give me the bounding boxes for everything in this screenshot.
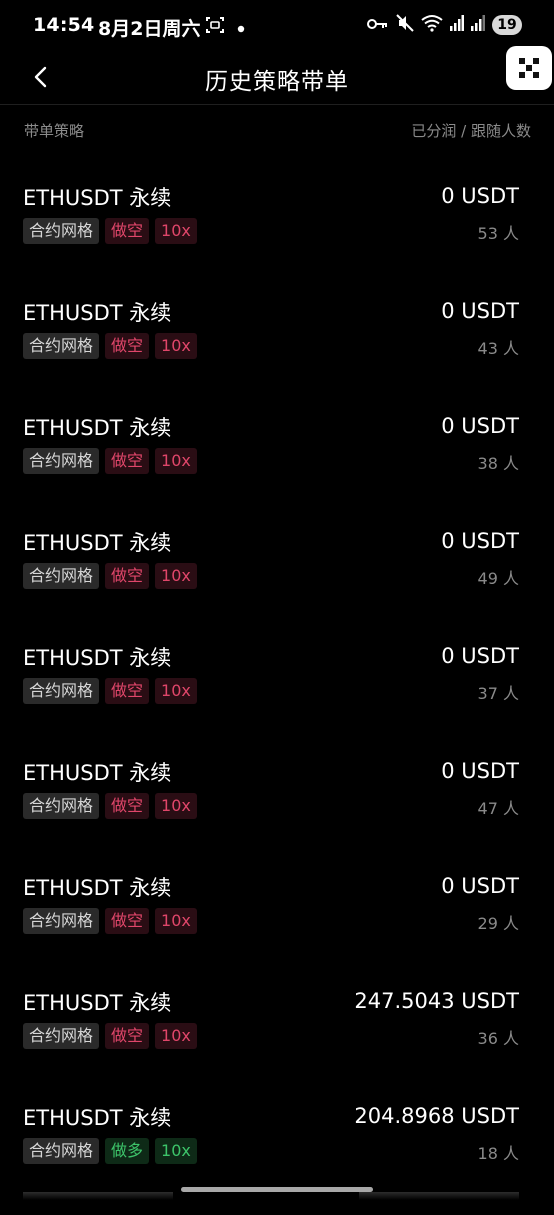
direction-tag: 做空 [105,448,150,474]
column-header: 带单策略 已分润 / 跟随人数 [24,120,531,142]
partial-pair-text [23,1192,173,1200]
tag-group: 合约网格 做空 10x [23,678,197,704]
profit-amount: 0 USDT [441,529,519,553]
tag-group: 合约网格 做多 10x [23,1138,197,1164]
page-title: 历史策略带单 [205,69,349,95]
key-icon [367,16,389,35]
pair-name: ETHUSDT 永续 [23,186,172,210]
tag-group: 合约网格 做空 10x [23,793,197,819]
tag-group: 合约网格 做空 10x [23,1023,197,1049]
list-item[interactable]: ETHUSDT 永续 0 USDT 合约网格 做空 10x 53 人 [0,180,554,295]
list-item[interactable]: ETHUSDT 永续 0 USDT 合约网格 做空 10x 37 人 [0,640,554,755]
strategy-list: ETHUSDT 永续 0 USDT 合约网格 做空 10x 53 人 ETHUSDT 永续 0… [0,180,554,1215]
direction-tag: 做空 [105,218,150,244]
follower-count: 53 人 [477,224,519,243]
grid-x-icon [519,58,539,78]
list-item[interactable]: ETHUSDT 永续 0 USDT 合约网格 做空 10x 38 人 [0,410,554,525]
pair-name: ETHUSDT 永续 [23,531,172,555]
strategy-type-tag: 合约网格 [23,563,100,589]
direction-tag: 做多 [105,1138,150,1164]
profit-amount: 0 USDT [441,874,519,898]
column-header-strategy: 带单策略 [24,122,85,140]
leverage-tag: 10x [155,333,197,359]
signal-icon-1 [450,15,464,35]
strategy-type-tag: 合约网格 [23,793,100,819]
page-header: 历史策略带单 [0,52,554,105]
follower-count: 29 人 [477,914,519,933]
follower-count: 36 人 [477,1029,519,1048]
profit-amount: 0 USDT [441,414,519,438]
leverage-tag: 10x [155,1138,197,1164]
leverage-tag: 10x [155,908,197,934]
leverage-tag: 10x [155,448,197,474]
profit-amount: 0 USDT [441,644,519,668]
partial-amount-text [359,1192,519,1200]
wifi-icon [421,14,443,36]
leverage-tag: 10x [155,1023,197,1049]
list-item[interactable]: ETHUSDT 永续 0 USDT 合约网格 做空 10x 29 人 [0,870,554,985]
direction-tag: 做空 [105,333,150,359]
floating-tool-button[interactable] [506,46,552,90]
battery-icon: 19 [492,15,522,35]
list-item[interactable]: ETHUSDT 永续 0 USDT 合约网格 做空 10x 49 人 [0,525,554,640]
pair-name: ETHUSDT 永续 [23,991,172,1015]
mute-icon [396,14,414,36]
status-right-icons: 19 [367,14,522,36]
pair-name: ETHUSDT 永续 [23,301,172,325]
notification-dot-icon [237,18,245,37]
direction-tag: 做空 [105,678,150,704]
pair-name: ETHUSDT 永续 [23,416,172,440]
strategy-type-tag: 合约网格 [23,678,100,704]
follower-count: 43 人 [477,339,519,358]
screenshot-icon [205,16,225,38]
tag-group: 合约网格 做空 10x [23,333,197,359]
follower-count: 47 人 [477,799,519,818]
follower-count: 38 人 [477,454,519,473]
status-left-icons [205,16,245,38]
direction-tag: 做空 [105,563,150,589]
status-time: 14:54 [33,14,95,36]
home-indicator[interactable] [181,1187,373,1192]
strategy-type-tag: 合约网格 [23,448,100,474]
pair-name: ETHUSDT 永续 [23,1106,172,1130]
tag-group: 合约网格 做空 10x [23,218,197,244]
partial-list-item [0,1192,554,1200]
direction-tag: 做空 [105,908,150,934]
strategy-type-tag: 合约网格 [23,908,100,934]
status-date: 8月2日周六 [98,18,201,40]
strategy-type-tag: 合约网格 [23,333,100,359]
profit-amount: 0 USDT [441,184,519,208]
profit-amount: 247.5043 USDT [354,989,519,1013]
status-bar: 14:54 8月2日周六 19 [0,0,554,52]
follower-count: 37 人 [477,684,519,703]
column-header-profit-followers: 已分润 / 跟随人数 [411,122,531,140]
pair-name: ETHUSDT 永续 [23,876,172,900]
list-item[interactable]: ETHUSDT 永续 0 USDT 合约网格 做空 10x 47 人 [0,755,554,870]
profit-amount: 0 USDT [441,759,519,783]
strategy-type-tag: 合约网格 [23,218,100,244]
leverage-tag: 10x [155,563,197,589]
leverage-tag: 10x [155,793,197,819]
pair-name: ETHUSDT 永续 [23,646,172,670]
leverage-tag: 10x [155,218,197,244]
follower-count: 49 人 [477,569,519,588]
strategy-type-tag: 合约网格 [23,1138,100,1164]
profit-amount: 0 USDT [441,299,519,323]
pair-name: ETHUSDT 永续 [23,761,172,785]
direction-tag: 做空 [105,1023,150,1049]
follower-count: 18 人 [477,1144,519,1163]
profit-amount: 204.8968 USDT [354,1104,519,1128]
direction-tag: 做空 [105,793,150,819]
leverage-tag: 10x [155,678,197,704]
tag-group: 合约网格 做空 10x [23,448,197,474]
list-item[interactable]: ETHUSDT 永续 0 USDT 合约网格 做空 10x 43 人 [0,295,554,410]
list-item[interactable]: ETHUSDT 永续 247.5043 USDT 合约网格 做空 10x 36 人 [0,985,554,1100]
signal-icon-2 [471,15,485,35]
tag-group: 合约网格 做空 10x [23,563,197,589]
strategy-type-tag: 合约网格 [23,1023,100,1049]
tag-group: 合约网格 做空 10x [23,908,197,934]
